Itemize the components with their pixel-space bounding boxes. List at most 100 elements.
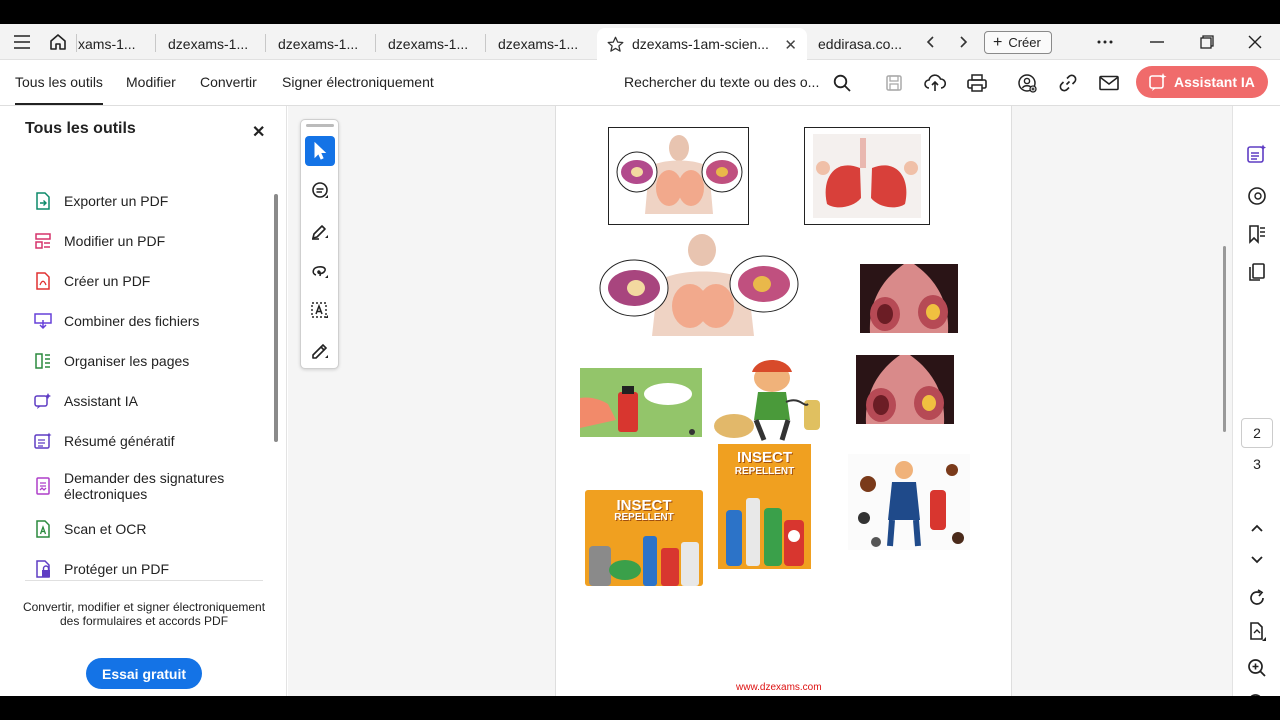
- search-field[interactable]: Rechercher du texte ou des o...: [624, 74, 819, 90]
- highlighter-icon[interactable]: [305, 216, 335, 246]
- fill-sign-icon[interactable]: [305, 336, 335, 366]
- tool-label: Créer un PDF: [64, 273, 151, 289]
- next-page-number[interactable]: 3: [1241, 456, 1273, 472]
- tool-label: Assistant IA: [64, 393, 138, 409]
- spray-can-image: [580, 368, 702, 437]
- bronchi-section-image-1: [860, 264, 958, 333]
- tab-label: dzexams-1...: [278, 36, 359, 52]
- menu-edit[interactable]: Modifier: [126, 74, 176, 90]
- tab-label: dzexams-1...: [498, 36, 579, 52]
- close-tab-icon[interactable]: ✕: [784, 36, 797, 54]
- poster-subtitle: REPELLENT: [614, 512, 674, 523]
- ai-summary-icon[interactable]: [1245, 142, 1269, 166]
- tab-label: xams-1...: [78, 36, 136, 52]
- menu-all-tools[interactable]: Tous les outils: [15, 74, 103, 105]
- close-panel-icon[interactable]: ✕: [252, 122, 265, 142]
- export-pdf-icon: [34, 192, 52, 210]
- tool-ai-assistant[interactable]: Assistant IA: [34, 392, 264, 410]
- ai-assistant-icon: [34, 392, 52, 410]
- tab-label: eddirasa.co...: [818, 36, 903, 52]
- menu-sign[interactable]: Signer électroniquement: [282, 74, 434, 90]
- poster-title: INSECT: [616, 497, 672, 514]
- text-select-icon[interactable]: [305, 296, 335, 326]
- comments-panel-icon[interactable]: [1245, 184, 1269, 208]
- drag-handle[interactable]: [306, 124, 334, 127]
- all-tools-panel: Tous les outils ✕ Exporter un PDF Modifi…: [0, 106, 287, 696]
- search-icon[interactable]: [830, 71, 854, 95]
- bookmarks-icon[interactable]: [1245, 222, 1269, 246]
- footer-link[interactable]: www.dzexams.com: [736, 682, 822, 693]
- pages-thumbnails-icon[interactable]: [1245, 260, 1269, 284]
- tool-create-pdf[interactable]: Créer un PDF: [34, 272, 264, 290]
- free-trial-button[interactable]: Essai gratuit: [86, 658, 202, 689]
- combine-files-icon: [34, 312, 52, 330]
- hamburger-menu-icon[interactable]: [9, 30, 35, 54]
- tab-label: dzexams-1...: [388, 36, 469, 52]
- share-user-icon[interactable]: [1015, 71, 1039, 95]
- tab-7[interactable]: eddirasa.co...: [808, 28, 914, 60]
- tab-4[interactable]: dzexams-1...: [378, 28, 484, 60]
- tool-export-pdf[interactable]: Exporter un PDF: [34, 192, 264, 210]
- current-page-indicator[interactable]: 2: [1241, 418, 1273, 448]
- bronchi-large-image: [598, 232, 800, 336]
- organize-pages-icon: [34, 352, 52, 370]
- pdf-page: INSECT REPELLENT INSECT REPELLENT www.dz…: [555, 106, 1012, 696]
- tab-5[interactable]: dzexams-1...: [488, 28, 594, 60]
- page-settings-icon[interactable]: [1245, 620, 1269, 644]
- mail-icon[interactable]: [1097, 71, 1121, 95]
- generative-summary-icon: [34, 432, 52, 450]
- rotate-icon[interactable]: [1245, 586, 1269, 610]
- zoom-in-icon[interactable]: [1245, 656, 1269, 680]
- create-label: Créer: [1008, 35, 1041, 50]
- upload-cloud-icon[interactable]: [923, 71, 947, 95]
- scan-ocr-icon: [34, 520, 52, 538]
- tab-2[interactable]: dzexams-1...: [158, 28, 264, 60]
- tool-edit-pdf[interactable]: Modifier un PDF: [34, 232, 264, 250]
- tool-label: Combiner des fichiers: [64, 313, 200, 329]
- star-icon[interactable]: [607, 36, 624, 53]
- tool-scan-ocr[interactable]: Scan et OCR: [34, 520, 264, 538]
- promo-text: Convertir, modifier et signer électroniq…: [22, 600, 266, 628]
- panel-title: Tous les outils: [25, 120, 136, 137]
- tab-3[interactable]: dzexams-1...: [268, 28, 374, 60]
- comment-icon[interactable]: [305, 176, 335, 206]
- acrobat-window: xams-1... dzexams-1... dzexams-1... dzex…: [0, 24, 1280, 696]
- tool-label: Modifier un PDF: [64, 233, 166, 249]
- panel-scrollbar[interactable]: [274, 194, 278, 442]
- chevron-up-icon[interactable]: [1245, 516, 1269, 540]
- document-viewer[interactable]: INSECT REPELLENT INSECT REPELLENT www.dz…: [288, 106, 1232, 696]
- print-icon[interactable]: [965, 71, 989, 95]
- document-scrollbar[interactable]: [1223, 246, 1226, 432]
- close-window-icon[interactable]: [1240, 30, 1270, 54]
- draw-lasso-icon[interactable]: [305, 256, 335, 286]
- screen: xams-1... dzexams-1... dzexams-1... dzex…: [0, 0, 1280, 720]
- ai-sparkle-icon: [1148, 72, 1168, 92]
- zoom-out-icon[interactable]: [1245, 691, 1269, 696]
- menu-convert[interactable]: Convertir: [200, 74, 257, 90]
- more-options-icon[interactable]: [1090, 30, 1120, 54]
- tool-protect-pdf[interactable]: Protéger un PDF: [34, 560, 264, 578]
- tool-combine-files[interactable]: Combiner des fichiers: [34, 312, 264, 330]
- tool-request-signatures[interactable]: Demander des signatures électroniques: [34, 470, 264, 502]
- right-rail: 2 3: [1223, 106, 1280, 696]
- bronchi-section-image-2: [856, 355, 954, 424]
- tab-1[interactable]: xams-1...: [68, 28, 154, 60]
- bronchi-diagram-image: [608, 127, 749, 225]
- link-icon[interactable]: [1056, 71, 1080, 95]
- assistant-ia-button[interactable]: Assistant IA: [1136, 66, 1268, 98]
- tool-organize-pages[interactable]: Organiser les pages: [34, 352, 264, 370]
- tab-label: dzexams-1am-scien...: [632, 36, 769, 52]
- chevron-right-icon[interactable]: [950, 30, 976, 54]
- minimize-icon[interactable]: [1142, 30, 1172, 54]
- tab-active[interactable]: dzexams-1am-scien... ✕: [597, 28, 807, 60]
- restore-icon[interactable]: [1192, 30, 1222, 54]
- chevron-left-icon[interactable]: [918, 30, 944, 54]
- create-button[interactable]: + Créer: [984, 31, 1052, 54]
- tool-label: Résumé génératif: [64, 433, 175, 449]
- save-icon[interactable]: [882, 71, 906, 95]
- chevron-down-icon[interactable]: [1245, 548, 1269, 572]
- tool-generative-summary[interactable]: Résumé génératif: [34, 432, 264, 450]
- select-cursor-icon[interactable]: [305, 136, 335, 166]
- assistant-label: Assistant IA: [1174, 74, 1255, 90]
- create-pdf-icon: [34, 272, 52, 290]
